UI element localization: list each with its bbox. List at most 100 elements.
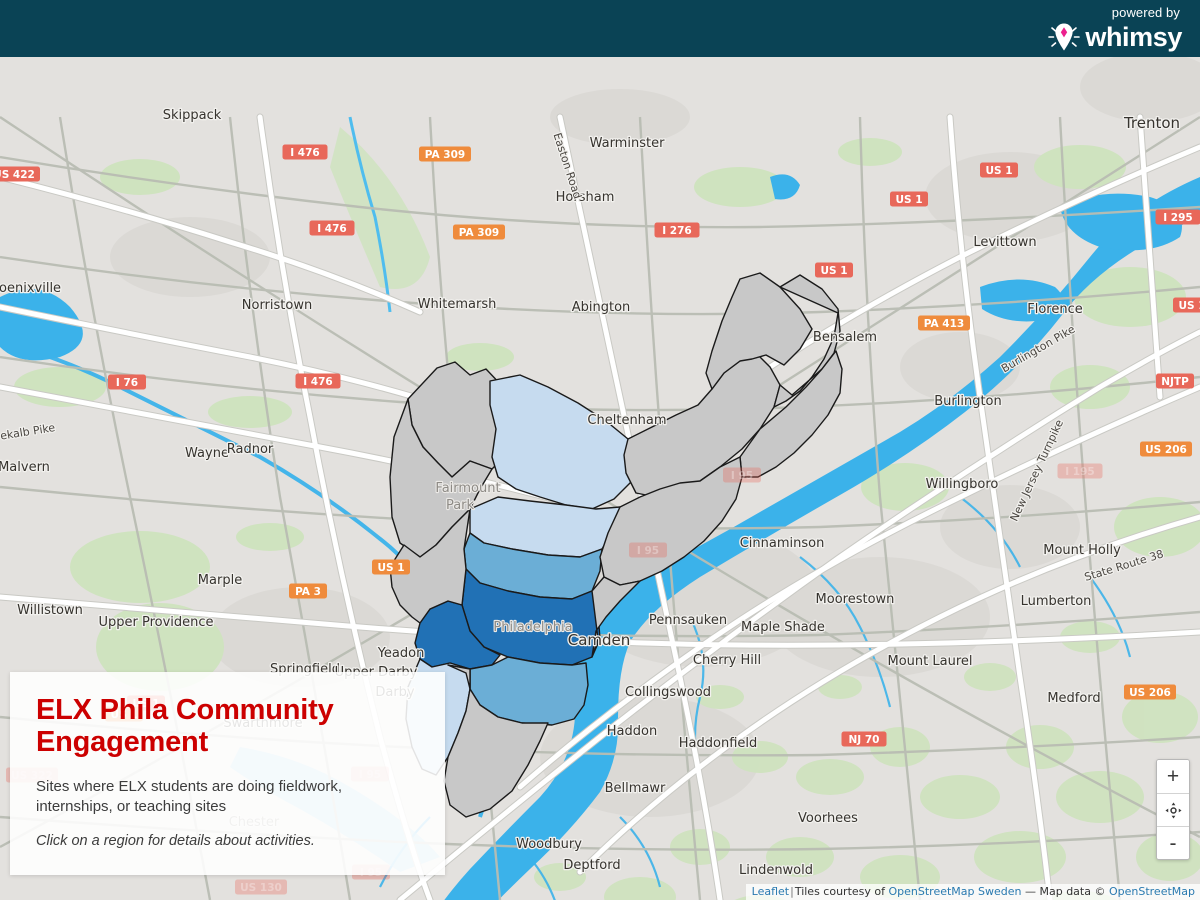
info-hint: Click on a region for details about acti… (36, 833, 315, 849)
map-place-label: Cherry Hill (693, 653, 761, 668)
map-place-label: Malvern (0, 460, 50, 475)
highway-shield-label: I 476 (317, 223, 346, 235)
highway-shield: PA 413 (918, 315, 970, 331)
map-place-label: Wayne (185, 446, 229, 461)
highway-shield-label: I 476 (303, 376, 332, 388)
powered-by-label: powered by (1111, 5, 1180, 20)
highway-shield: I 95 (629, 542, 667, 558)
map-place-label: Philadelphia (493, 620, 572, 635)
map-place-label: Mount Laurel (888, 654, 973, 669)
map-place-label: Lindenwold (739, 863, 813, 878)
map-place-label: Haddon (607, 724, 657, 739)
map-place-label: Woodbury (516, 837, 582, 852)
map-place-label: Bellmawr (605, 781, 666, 796)
map-place-label: Marple (198, 573, 242, 588)
map-place-label: Maple Shade (741, 620, 825, 635)
tiles-provider-link[interactable]: OpenStreetMap Sweden (889, 885, 1022, 898)
highway-shield: I 76 (108, 374, 146, 390)
attribution-dash: — (1024, 885, 1036, 898)
map-place-label: Mount Holly (1043, 543, 1121, 558)
map-place-label: Collingswood (625, 685, 711, 700)
page-title: ELX Phila Community Engagement (36, 693, 334, 759)
map-place-label: Willingboro (926, 477, 999, 492)
app-header: powered by whimsy (0, 0, 1200, 57)
map-place-label: Voorhees (798, 811, 858, 826)
highway-shield-label: US 1 (377, 562, 404, 574)
highway-shield: US 206 (1124, 684, 1176, 700)
highway-shield-label: I 195 (1065, 466, 1094, 478)
highway-shield-label: US 1 (820, 265, 847, 277)
highway-shield: PA 3 (289, 583, 327, 599)
map-place-label: Burlington (934, 394, 1002, 409)
map-place-label: Abington (572, 300, 631, 315)
map-place-label: Deptford (563, 858, 620, 873)
highway-shield: US 1 (980, 162, 1018, 178)
whimsy-wordmark: whimsy (1085, 21, 1182, 52)
highway-shield-label: PA 3 (295, 586, 321, 598)
highway-shield: US 1 (890, 191, 928, 207)
highway-shield-label: US 1 (985, 165, 1012, 177)
highway-shield: I 195 (1057, 463, 1103, 479)
highway-shield-label: I 95 (637, 545, 659, 557)
map-place-label: Norristown (242, 298, 312, 313)
highway-shield: I 476 (282, 144, 328, 160)
highway-shield-label: I 76 (116, 377, 138, 389)
map-place-label: Willistown (17, 603, 83, 618)
map-place-label: Radnor (227, 442, 274, 457)
highway-shield: US 1 (372, 559, 410, 575)
whimsy-pin-icon (1048, 23, 1081, 51)
whimsy-brand[interactable]: powered by whimsy (1047, 6, 1182, 53)
locate-button[interactable] (1157, 793, 1189, 826)
highway-shield: NJ 70 (841, 731, 887, 747)
highway-shield: I 95 (723, 467, 761, 483)
map-place-label: Cinnaminson (740, 536, 825, 551)
locate-icon (1164, 801, 1182, 819)
highway-shield-label: US 206 (1145, 444, 1187, 456)
highway-shield-label: US 1 (1178, 300, 1200, 312)
highway-shield-label: I 295 (1163, 212, 1192, 224)
map-place-label: Whitemarsh (418, 297, 497, 312)
highway-shield: I 476 (309, 220, 355, 236)
highway-shield-label: NJTP (1161, 376, 1189, 388)
info-panel: ELX Phila Community Engagement Sites whe… (10, 671, 445, 875)
highway-shield: NJTP (1156, 373, 1194, 389)
highway-shield-label: I 276 (662, 225, 691, 237)
map-place-label: Yeadon (377, 646, 425, 661)
map-place-label: Lumberton (1021, 594, 1092, 609)
highway-shield: PA 309 (453, 224, 505, 240)
zoom-out-button[interactable]: - (1157, 826, 1189, 859)
leaflet-map[interactable]: US 422 I 476 PA 309 US 1 I 476 PA 309 I 276 US … (0, 57, 1200, 900)
highway-shield-label: I 476 (290, 147, 319, 159)
map-place-label: Park (446, 498, 475, 513)
highway-shield-label: US 130 (240, 882, 282, 894)
map-place-label: Florence (1027, 302, 1083, 317)
map-place-label: Bensalem (813, 330, 877, 345)
map-place-label: Camden (568, 631, 631, 649)
highway-shield-label: PA 413 (924, 318, 964, 330)
highway-shield: US 1 (815, 262, 853, 278)
map-data-prefix: Map data © (1039, 885, 1106, 898)
map-place-label: Medford (1047, 691, 1100, 706)
highway-shield-label: NJ 70 (849, 734, 880, 746)
zoom-in-button[interactable]: + (1157, 760, 1189, 793)
highway-shield: US 1 (1173, 297, 1200, 313)
highway-shield-label: US 206 (1129, 687, 1171, 699)
map-place-label: Levittown (973, 235, 1036, 250)
map-data-provider-link[interactable]: OpenStreetMap (1109, 885, 1195, 898)
map-place-label: Warminster (590, 136, 665, 151)
highway-shield-label: I 95 (731, 470, 753, 482)
map-place-label: Cheltenham (587, 413, 666, 428)
tiles-prefix: Tiles courtesy of (794, 885, 885, 898)
map-place-label: Haddonfield (679, 736, 758, 751)
map-attribution: Leaflet|Tiles courtesy of OpenStreetMap … (745, 884, 1200, 900)
map-place-label: Phoenixville (0, 281, 61, 296)
leaflet-link[interactable]: Leaflet (752, 885, 789, 898)
zoom-control[interactable]: + - (1156, 759, 1190, 860)
highway-shield-label: US 1 (895, 194, 922, 206)
highway-shield: PA 309 (419, 146, 471, 162)
highway-shield: US 422 (0, 166, 40, 182)
highway-shield: US 206 (1140, 441, 1192, 457)
highway-shield: I 476 (295, 373, 341, 389)
map-place-label: Horsham (556, 190, 615, 205)
map-place-label: Trenton (1123, 114, 1180, 132)
